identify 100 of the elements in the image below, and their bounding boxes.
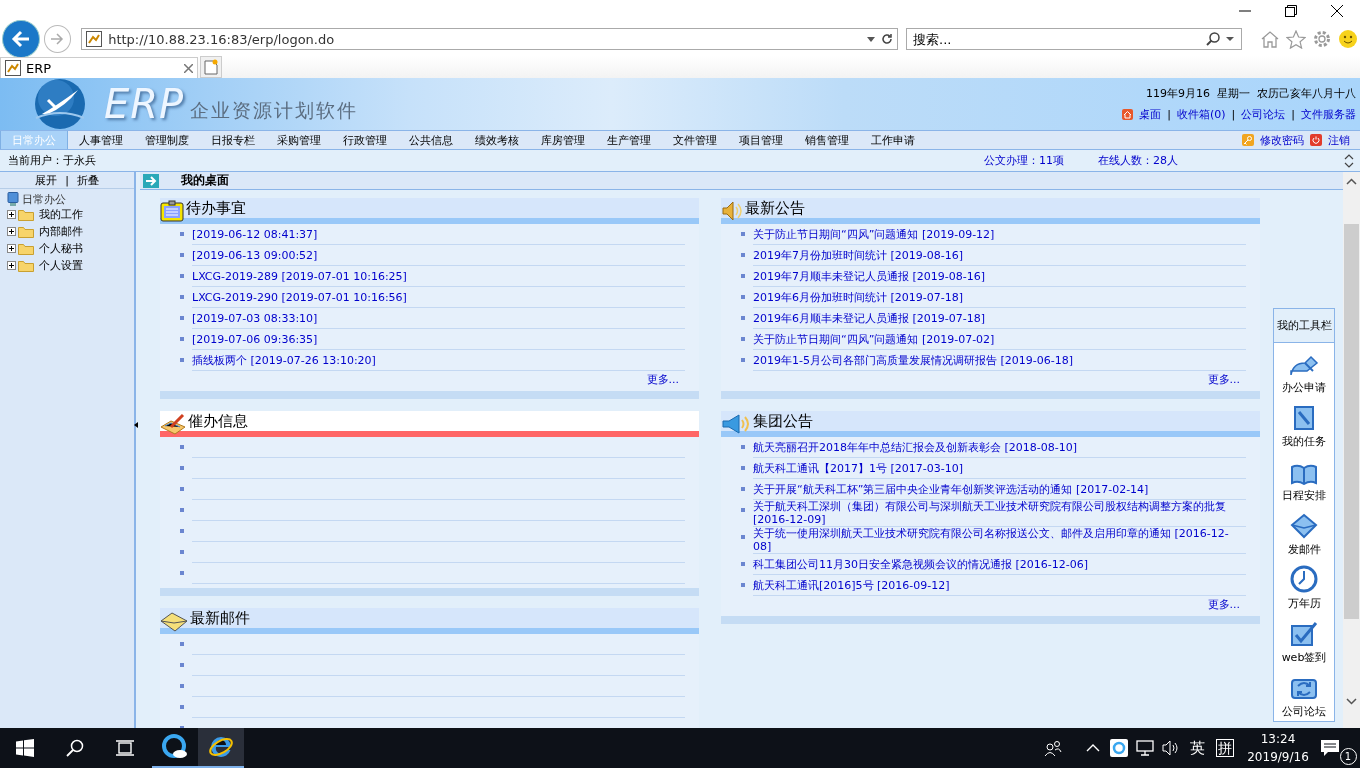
expand-icon[interactable] (7, 227, 16, 236)
scroll-down-icon[interactable] (1346, 697, 1357, 705)
list-link[interactable]: [2019-07-06 09:36:35] (192, 332, 318, 346)
toolbar-item[interactable]: web签到 (1281, 650, 1327, 665)
menu-tab[interactable]: 绩效考核 (464, 131, 530, 149)
more-link[interactable]: 更多... (646, 371, 679, 387)
list-link[interactable]: 科工集团公司11月30日安全紧急视频会议的情况通报 [2016-12-06] (753, 557, 1088, 571)
back-button[interactable] (2, 20, 40, 58)
panel-title: 待办事宜 (186, 198, 246, 218)
list-link[interactable]: 插线板两个 [2019-07-26 13:10:20] (192, 353, 376, 367)
search-field[interactable]: 搜索... (906, 28, 1242, 50)
bullet-icon (741, 295, 745, 299)
bullet-icon (180, 487, 184, 491)
header-link[interactable]: 注销 (1328, 132, 1350, 148)
expand-icon[interactable] (7, 261, 16, 270)
panel-title: 催办信息 (188, 411, 248, 431)
browser-tab[interactable]: ERP (0, 57, 198, 78)
menu-tab[interactable]: 工作申请 (860, 131, 926, 149)
menu-tab[interactable]: 公共信息 (398, 131, 464, 149)
dropdown-icon[interactable] (867, 36, 875, 42)
tree-item[interactable]: 内部邮件 (39, 224, 83, 239)
bullet-icon (180, 684, 184, 688)
menu-tab[interactable]: 人事管理 (68, 131, 134, 149)
list-link[interactable]: [2019-06-12 08:41:37] (192, 227, 318, 241)
toolbar-item[interactable]: 公司论坛 (1282, 704, 1326, 719)
list-link[interactable]: LXCG-2019-289 [2019-07-01 10:16:25] (192, 269, 407, 283)
dropdown-icon[interactable] (1225, 36, 1235, 42)
list-link[interactable]: 2019年7月份加班时间统计 [2019-08-16] (753, 248, 963, 262)
tree-item[interactable]: 个人秘书 (39, 241, 83, 256)
toolbar-item[interactable]: 日程安排 (1282, 488, 1326, 503)
list-link[interactable]: 关于开展“航天科工杯”第三届中央企业青年创新奖评选活动的通知 [2017-02-14] (753, 482, 1149, 496)
collapse-all-link[interactable]: 折叠 (76, 172, 99, 188)
menu-tab[interactable]: 生产管理 (596, 131, 662, 149)
toolbar-item[interactable]: 办公申请 (1282, 380, 1326, 395)
bullet-icon (741, 466, 745, 470)
volume-icon[interactable] (1162, 740, 1180, 756)
smiley-icon[interactable] (1338, 29, 1358, 49)
menu-tab[interactable]: 行政管理 (332, 131, 398, 149)
tree-item[interactable]: 日常办公 (22, 191, 66, 207)
list-link[interactable]: 2019年1-5月公司各部门高质量发展情况调研报告 [2019-06-18] (753, 353, 1073, 367)
more-link[interactable]: 更多... (1207, 371, 1240, 387)
header-link[interactable]: 桌面 (1139, 107, 1162, 122)
scroll-up-icon[interactable] (1346, 177, 1357, 185)
menu-tab[interactable]: 库房管理 (530, 131, 596, 149)
list-link[interactable]: LXCG-2019-290 [2019-07-01 10:16:56] (192, 290, 407, 304)
toolbar-item[interactable]: 发邮件 (1287, 542, 1321, 557)
header-link[interactable]: 公司论坛 (1241, 107, 1286, 122)
header-link[interactable]: 收件箱(0) (1176, 107, 1226, 122)
folder-icon (18, 259, 34, 272)
star-icon[interactable] (1286, 29, 1306, 49)
header-link[interactable]: 文件服务器 (1301, 107, 1356, 122)
ime-indicator[interactable]: 拼 (1216, 739, 1234, 757)
list-link[interactable]: [2019-06-13 09:00:52] (192, 248, 318, 262)
expand-icon[interactable] (7, 244, 16, 253)
clock[interactable]: 13:24 2019/9/16 (1240, 730, 1316, 766)
list-link[interactable]: 关于防止节日期间“四风”问题通知 [2019-07-02] (753, 332, 995, 346)
menu-tab[interactable]: 销售管理 (794, 131, 860, 149)
list-link[interactable]: [2019-07-03 08:33:10] (192, 311, 318, 325)
expand-icon[interactable] (7, 210, 16, 219)
network-icon[interactable] (1136, 740, 1154, 756)
people-icon[interactable] (1044, 740, 1062, 756)
tree-item[interactable]: 我的工作 (39, 207, 83, 222)
notification-icon[interactable] (1319, 739, 1340, 757)
app-tray-icon[interactable] (1110, 739, 1128, 757)
list-link[interactable]: 2019年6月份加班时间统计 [2019-07-18] (753, 290, 963, 304)
bullet-icon (180, 295, 184, 299)
scrollbar[interactable] (1343, 172, 1360, 728)
search-icon[interactable] (1206, 32, 1220, 46)
taskbar-app-button[interactable] (198, 728, 244, 768)
bullet-icon (741, 337, 745, 341)
chevron-up-icon[interactable] (1086, 744, 1100, 752)
more-link[interactable]: 更多... (1207, 596, 1240, 612)
toolbar-item[interactable]: 万年历 (1287, 596, 1321, 611)
address-field[interactable]: http://10.88.23.16:83/erp/logon.do (81, 28, 898, 50)
menu-tab[interactable]: 项目管理 (728, 131, 794, 149)
menu-tab[interactable]: 文件管理 (662, 131, 728, 149)
clock-icon (1290, 565, 1318, 593)
toolbar-item[interactable]: 我的任务 (1282, 434, 1326, 449)
mail-icon (1290, 513, 1318, 539)
list-link[interactable]: 关于航天科工深圳（集团）有限公司与深圳航天工业技术研究院有限公司股权结构调整方案的批复 [2016-12-09] (753, 500, 1246, 526)
bullet-icon (180, 705, 184, 709)
tree-item[interactable]: 个人设置 (39, 258, 83, 273)
menu-tab[interactable]: 采购管理 (266, 131, 332, 149)
separator: | (1231, 108, 1236, 121)
list-link[interactable]: 2019年7月顺丰未登记人员通报 [2019-08-16] (753, 269, 985, 283)
header-link[interactable]: 修改密码 (1260, 132, 1304, 148)
scroll-arrows-icon[interactable] (1344, 152, 1356, 169)
refresh-icon[interactable] (881, 33, 893, 45)
list-link[interactable]: 航天科工通讯[2016]5号 [2016-09-12] (753, 578, 950, 592)
list-link[interactable]: 航天科工通讯【2017】1号 [2017-03-10] (753, 461, 963, 475)
expand-all-link[interactable]: 展开 (35, 172, 58, 188)
menu-tab[interactable]: 管理制度 (134, 131, 200, 149)
home-icon[interactable] (1260, 30, 1280, 48)
list-link[interactable]: 航天亮丽召开2018年年中总结汇报会及创新表彰会 [2018-08-10] (753, 440, 1077, 454)
list-link[interactable]: 2019年6月顺丰未登记人员通报 [2019-07-18] (753, 311, 985, 325)
settings-icon[interactable] (1312, 29, 1332, 49)
list-link[interactable]: 关于防止节日期间“四风”问题通知 [2019-09-12] (753, 227, 995, 241)
menu-tab[interactable]: 日报专栏 (200, 131, 266, 149)
list-link[interactable]: 关于统一使用深圳航天工业技术研究院有限公司名称报送公文、邮件及启用印章的通知 [2016-12-08] (753, 527, 1246, 553)
language-indicator[interactable]: 英 (1184, 738, 1210, 758)
